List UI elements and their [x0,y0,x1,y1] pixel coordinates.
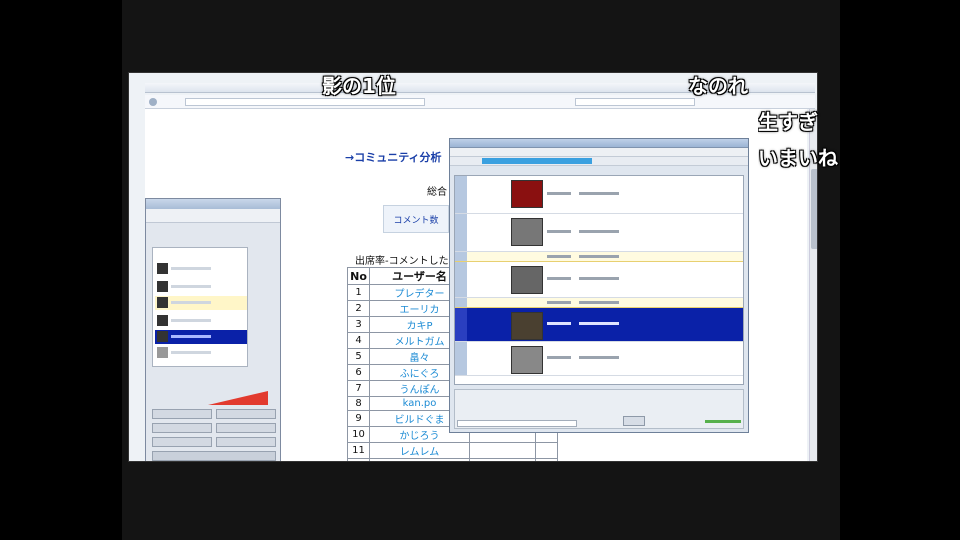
rank-number: 6 [347,364,370,381]
username-link[interactable]: レムレム [369,442,470,460]
table-row[interactable] [455,342,743,376]
list-item-selected[interactable] [155,330,247,344]
overlay-comment: 影の1位 [322,74,396,98]
avatar [157,281,168,292]
table-row-selected[interactable] [455,308,743,342]
tool-button[interactable] [216,423,276,433]
search-bar[interactable] [575,98,695,106]
rank-number: 4 [347,332,370,349]
status-indicator [705,420,741,423]
avatar [157,297,168,308]
letterbox-right [840,0,960,540]
captured-desktop: →コミュニティ分析 総合 コメント数 出席率-コメントした枠の No ユーザー名… [128,72,818,462]
list-item[interactable] [155,262,247,276]
video-frame: →コミュニティ分析 総合 コメント数 出席率-コメントした枠の No ユーザー名… [0,0,960,540]
address-bar[interactable] [185,98,425,106]
rank-number: 1 [347,284,370,301]
rank-number: 11 [347,442,370,460]
comment-viewer-window [449,138,749,433]
rank-number: 2 [347,300,370,317]
broadcast-tool-window [145,198,281,461]
column-header-no: No [347,267,370,285]
status-bar [152,451,276,461]
rank-number: 7 [347,380,370,397]
comment-input[interactable] [457,420,577,427]
progress-tab [482,158,592,164]
back-icon[interactable] [149,98,157,106]
comment-value [535,442,558,460]
overlay-comment: いまいね [758,146,838,170]
comment-value [535,458,558,461]
rank-number: 3 [347,316,370,333]
submit-button[interactable] [623,416,645,426]
username-link[interactable]: おかじゅん [369,458,470,461]
table-row[interactable] [455,252,743,262]
tool-button[interactable] [152,437,212,447]
volume-meter[interactable] [208,389,274,405]
avatar [157,331,168,342]
user-thumbnail [511,312,543,340]
table-row[interactable] [455,298,743,308]
rank-number: 12 [347,458,370,461]
community-analysis-link[interactable]: →コミュニティ分析 [345,149,442,165]
table-row[interactable] [455,176,743,214]
list-item[interactable] [155,346,247,360]
list-item[interactable] [155,280,247,294]
rank-number: 9 [347,410,370,428]
user-thumbnail [511,180,543,208]
avatar [157,315,168,326]
summary-label: 総合 [427,187,447,198]
tool-button[interactable] [216,409,276,419]
table-row: 11 レムレム [347,442,558,460]
attendance-value [469,458,536,461]
avatar [157,347,168,358]
avatar [157,263,168,274]
letterbox-left [0,0,122,540]
table-row[interactable] [455,214,743,252]
window-titlebar [450,139,748,148]
table-row: 12おかじゅん [347,458,558,461]
comment-list[interactable] [454,175,744,385]
attendance-value [469,442,536,460]
user-thumbnail [511,266,543,294]
info-panel [454,389,744,429]
list-item[interactable] [155,314,247,328]
scrollbar-thumb[interactable] [811,169,817,249]
rank-number: 10 [347,426,370,444]
list-item[interactable] [155,296,247,310]
tool-button[interactable] [152,409,212,419]
toolbar[interactable] [450,157,748,166]
comment-count-button[interactable]: コメント数 [383,205,449,233]
overlay-comment: なのれ [688,74,748,98]
menu-bar[interactable] [450,148,748,157]
listener-list[interactable] [152,247,248,367]
user-thumbnail [511,218,543,246]
overlay-comment: 生すぎ [758,110,818,134]
user-thumbnail [511,346,543,374]
rank-number: 8 [347,395,370,412]
table-row[interactable] [455,262,743,298]
tool-button[interactable] [216,437,276,447]
tool-button[interactable] [152,423,212,433]
window-titlebar [146,199,280,209]
window-toolbar [146,209,280,223]
rank-number: 5 [347,348,370,365]
